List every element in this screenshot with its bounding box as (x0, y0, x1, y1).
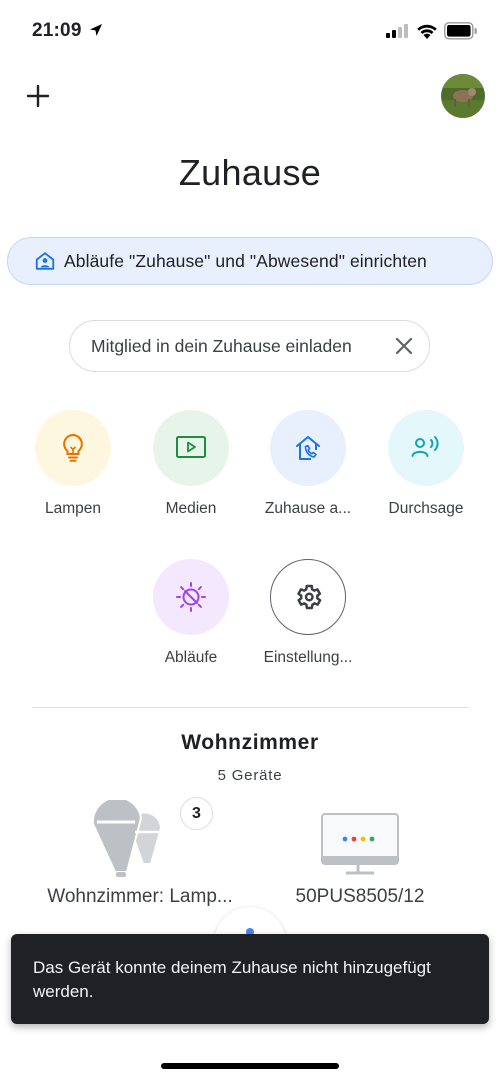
device-tv[interactable]: 50PUS8505/12 (270, 812, 450, 908)
plus-icon (26, 84, 50, 108)
home-phone-icon (296, 436, 320, 460)
shortcut-circle[interactable] (35, 410, 111, 486)
broadcast-person-icon (411, 436, 439, 457)
shortcut-medien[interactable]: Medien (131, 410, 251, 518)
status-time: 21:09 (32, 20, 82, 41)
close-icon[interactable] (393, 335, 415, 357)
avatar[interactable] (441, 74, 485, 118)
home-person-icon (35, 252, 55, 270)
shortcut-label: Medien (165, 500, 217, 517)
wifi-icon (417, 24, 437, 39)
shortcut-label: Einstellung... (263, 649, 353, 666)
location-arrow-icon (90, 24, 102, 36)
snackbar-message: Das Gerät konnte deinem Zuhause nicht hi… (33, 958, 431, 1001)
setup-routines-banner[interactable]: Abläufe "Zuhause" und "Abwesend" einrich… (7, 237, 493, 285)
device-name: Wohnzimmer: Lamp... (47, 886, 233, 907)
shortcut-label: Durchsage (388, 500, 464, 517)
room-device-count: 5 Geräte (217, 767, 283, 784)
room-title: Wohnzimmer (181, 731, 319, 754)
profile-avatar (441, 74, 485, 118)
lightbulb-icon (63, 433, 83, 462)
shortcut-label: Zuhause a... (264, 500, 352, 517)
shortcut-lampen[interactable]: Lampen (13, 410, 133, 518)
shortcut-circle[interactable] (270, 559, 346, 635)
shortcut-circle[interactable] (388, 410, 464, 486)
shortcut-ablaeufe[interactable]: Abläufe (131, 559, 251, 667)
shortcut-durchsage[interactable]: Durchsage (366, 410, 486, 518)
shortcut-zuhause-abwesend[interactable]: Zuhause a... (248, 410, 368, 518)
device-count-badge: 3 (180, 797, 213, 830)
cellular-signal-icon (386, 24, 408, 38)
tv-icon (321, 813, 399, 875)
add-button[interactable] (22, 80, 54, 112)
invite-chip-label: Mitglied in dein Zuhause einladen (91, 335, 352, 356)
home-indicator[interactable] (161, 1063, 339, 1069)
shortcut-label: Lampen (44, 500, 101, 517)
shortcut-circle[interactable] (153, 559, 229, 635)
battery-icon (444, 22, 477, 40)
page-title: Zuhause (178, 152, 322, 193)
setup-banner-label: Abläufe "Zuhause" und "Abwesend" einrich… (64, 250, 427, 271)
play-screen-icon (176, 436, 206, 458)
shortcut-circle[interactable] (270, 410, 346, 486)
shortcut-circle[interactable] (153, 410, 229, 486)
device-name: 50PUS8505/12 (295, 886, 425, 907)
routine-sun-icon (176, 582, 206, 612)
lamp-group-icon (91, 800, 163, 877)
section-divider (32, 707, 468, 708)
device-lamp-group[interactable]: Wohnzimmer: Lamp... (30, 800, 250, 908)
gear-icon (297, 584, 322, 610)
shortcut-label: Abläufe (164, 649, 218, 666)
status-bar: 21:09 (0, 0, 500, 64)
error-snackbar: Das Gerät konnte deinem Zuhause nicht hi… (11, 934, 489, 1024)
shortcut-einstellungen[interactable]: Einstellung... (248, 559, 368, 667)
invite-member-chip[interactable]: Mitglied in dein Zuhause einladen (69, 320, 430, 372)
